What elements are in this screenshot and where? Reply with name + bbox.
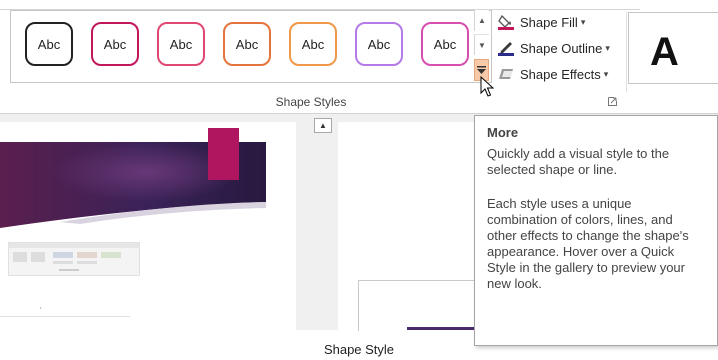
swatch-label: Abc — [433, 36, 457, 52]
tooltip-title: More — [487, 125, 519, 140]
style-swatch-5[interactable]: Abc — [289, 22, 337, 66]
shape-outline-button[interactable]: Shape Outline ▾ — [498, 37, 610, 59]
shape-outline-label: Shape Outline — [520, 40, 603, 56]
slide-thumbnail[interactable]: ' — [0, 122, 296, 330]
style-swatch-4[interactable]: Abc — [223, 22, 271, 66]
style-swatch-1[interactable]: Abc — [25, 22, 73, 66]
tooltip-summary: Quickly add a visual style to the select… — [487, 146, 670, 177]
dialog-launcher-icon[interactable] — [608, 97, 618, 107]
wordart-style-preview[interactable]: A — [650, 30, 679, 75]
scroll-up-arrow-icon[interactable]: ▲ — [314, 118, 332, 133]
swatch-label: Abc — [37, 36, 61, 52]
shape-fill-button[interactable]: Shape Fill ▾ — [498, 11, 585, 33]
swatch-label: Abc — [235, 36, 259, 52]
vertical-scrollbar[interactable] — [313, 122, 335, 330]
group-separator — [626, 12, 627, 92]
style-swatch-2[interactable]: Abc — [91, 22, 139, 66]
chevron-down-icon: ▾ — [603, 68, 609, 79]
mouse-pointer-icon — [480, 76, 494, 97]
shape-effects-button[interactable]: Shape Effects ▾ — [498, 63, 608, 85]
thumbnail-divider — [0, 316, 130, 317]
pencil-outline-icon — [498, 40, 516, 56]
chevron-down-icon: ▾ — [580, 16, 586, 27]
style-swatch-6[interactable]: Abc — [355, 22, 403, 66]
swatch-label: Abc — [103, 36, 127, 52]
style-swatch-7[interactable]: Abc — [421, 22, 469, 66]
thumbnail-mark: ' — [40, 306, 42, 315]
swatch-label: Abc — [367, 36, 391, 52]
figure-caption: Shape Style — [323, 342, 395, 357]
swatch-label: Abc — [169, 36, 193, 52]
gallery-scroll-down-button[interactable]: ▼ — [474, 34, 489, 55]
style-swatch-3[interactable]: Abc — [157, 22, 205, 66]
canvas-placeholder-frame — [358, 280, 474, 331]
shape-effects-icon — [498, 66, 516, 82]
more-dropdown-icon — [477, 65, 486, 74]
gallery-scroll-up-button[interactable]: ▲ — [474, 10, 489, 31]
slide-accent-rectangle[interactable] — [208, 128, 239, 180]
ribbon: Abc Abc Abc Abc Abc Abc Abc ▲ ▼ Shape Fi… — [0, 0, 718, 114]
tooltip-description: Each style uses a unique combination of … — [487, 196, 689, 291]
shape-effects-label: Shape Effects — [520, 66, 601, 82]
ribbon-top-border — [0, 0, 640, 10]
shape-styles-gallery[interactable]: Abc Abc Abc Abc Abc Abc Abc — [10, 10, 492, 83]
embedded-screenshot-image — [8, 242, 140, 276]
group-label-shape-styles: Shape Styles — [275, 95, 347, 109]
chevron-down-icon: ▾ — [605, 42, 610, 53]
shape-fill-label: Shape Fill — [520, 14, 578, 30]
more-tooltip: More Quickly add a visual style to the s… — [474, 115, 718, 346]
paint-bucket-icon — [498, 14, 516, 30]
swatch-label: Abc — [301, 36, 325, 52]
